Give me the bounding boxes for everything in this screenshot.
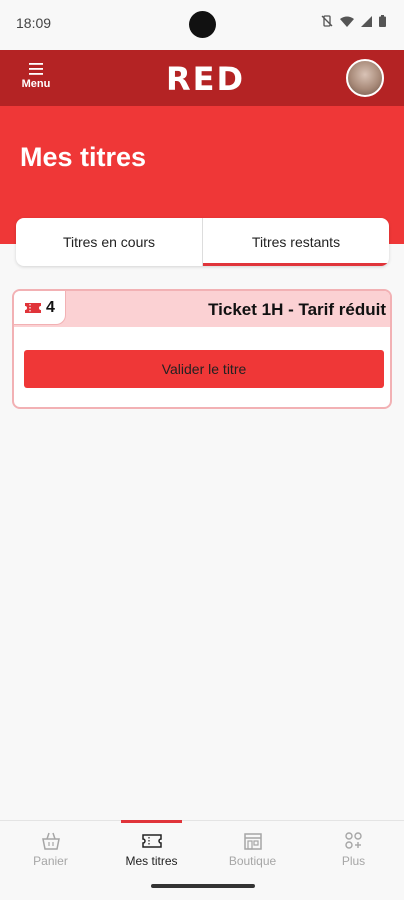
tabs: Titres en cours Titres restants [16,218,389,266]
tab-titres-en-cours[interactable]: Titres en cours [16,218,202,266]
page-title: Mes titres [20,142,147,172]
nav-item-panier[interactable]: Panier [0,821,101,880]
menu-label: Menu [21,78,51,90]
home-indicator[interactable] [151,884,255,888]
tab-titres-restants[interactable]: Titres restants [202,218,389,266]
red-logo: RED [166,60,246,98]
nav-label-mes-titres: Mes titres [125,854,178,868]
ticket-count: 4 [46,298,55,316]
signal-icon [361,14,372,32]
bottom-nav: Panier Mes titres Boutique Plus [0,820,404,880]
nav-label-plus: Plus [341,854,366,868]
ticket-header: 4 Ticket 1H - Tarif réduit [14,291,390,327]
nav-item-plus[interactable]: Plus [303,821,404,880]
nav-item-boutique[interactable]: Boutique [202,821,303,880]
ticket-card: 4 Ticket 1H - Tarif réduit Valider le ti… [12,289,392,409]
wifi-icon [340,14,354,32]
camera-cutout [189,11,216,38]
battery-icon [379,14,386,32]
nav-label-panier: Panier [33,854,68,868]
app-header: Menu RED [0,50,404,106]
ticket-count-badge: 4 [14,291,66,325]
ticket-icon [25,302,42,313]
grid-plus-icon [344,832,362,849]
vibrate-off-icon [321,14,333,32]
validate-ticket-button[interactable]: Valider le titre [24,350,384,388]
ticket-name: Ticket 1H - Tarif réduit [208,300,386,319]
hamburger-icon [29,63,43,75]
nav-label-boutique: Boutique [228,854,277,868]
store-icon [243,833,262,850]
status-time: 18:09 [16,15,52,31]
status-icons [321,14,386,32]
nav-item-mes-titres[interactable]: Mes titres [101,820,202,880]
status-bar: 18:09 [0,0,404,50]
basket-icon [41,832,60,850]
menu-button[interactable]: Menu [16,62,56,98]
avatar[interactable] [346,59,384,97]
ticket-icon [141,834,162,848]
